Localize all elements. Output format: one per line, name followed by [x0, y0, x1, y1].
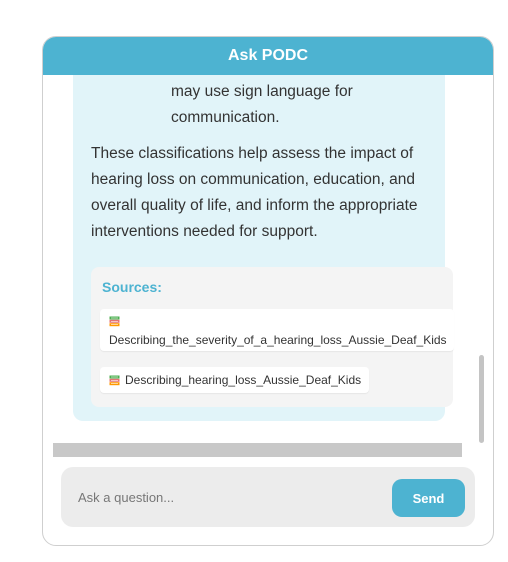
- source-label: Describing_the_severity_of_a_hearing_los…: [109, 333, 447, 347]
- assistant-message: may use sign language for communication.…: [73, 75, 454, 421]
- header-title: Ask PODC: [227, 47, 309, 64]
- horizontal-scrollbar-thumb[interactable]: [53, 443, 462, 457]
- message-paragraph: These classifications help assess the im…: [91, 145, 418, 240]
- chat-header: Ask PODC: [43, 37, 493, 75]
- sources-panel: Sources: Describing_the_severity_of_a_he…: [91, 267, 454, 407]
- chat-messages-area[interactable]: may use sign language for communication.…: [43, 75, 493, 445]
- chat-widget: Ask PODC may use sign language for commu…: [42, 36, 494, 546]
- list-item-text: may use sign language for communication.: [171, 83, 353, 126]
- vertical-scrollbar-thumb[interactable]: [479, 355, 484, 443]
- source-label: Describing_hearing_loss_Aussie_Deaf_Kids: [125, 373, 362, 387]
- input-bar: Send: [61, 467, 475, 527]
- books-icon: [109, 316, 120, 327]
- source-link[interactable]: Describing_the_severity_of_a_hearing_los…: [100, 309, 454, 351]
- books-icon: [109, 375, 120, 385]
- send-button[interactable]: Send: [392, 479, 465, 517]
- source-link[interactable]: Describing_hearing_loss_Aussie_Deaf_Kids: [100, 367, 370, 393]
- question-input[interactable]: [69, 479, 397, 515]
- sources-title: Sources:: [102, 279, 162, 295]
